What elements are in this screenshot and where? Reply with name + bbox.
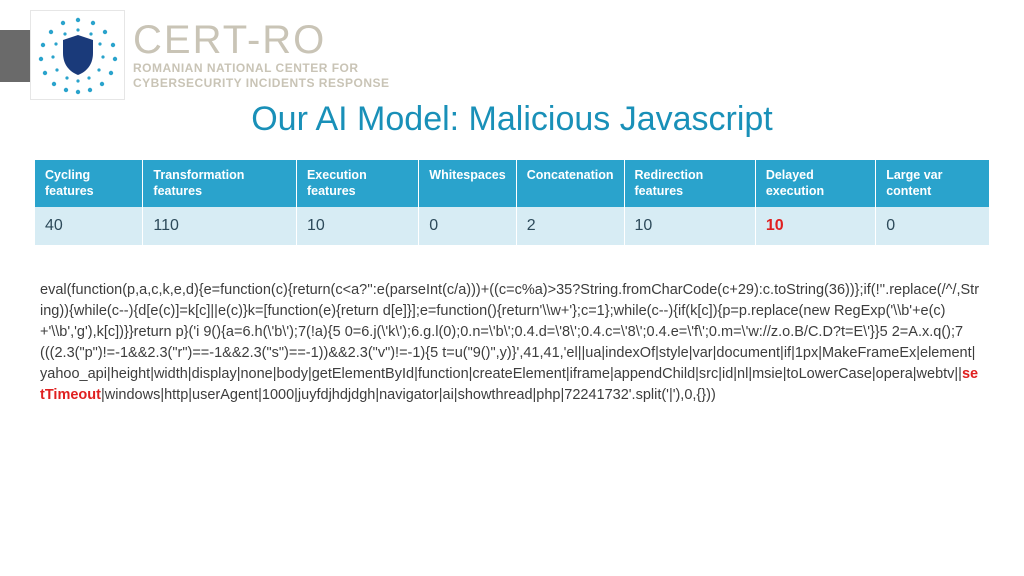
td-delayed: 10 bbox=[755, 207, 875, 245]
logo-sub-line2: CYBERSECURITY INCIDENTS RESPONSE bbox=[133, 76, 390, 91]
td-execution: 10 bbox=[296, 207, 418, 245]
table-value-row: 40 110 10 0 2 10 10 0 bbox=[35, 207, 990, 245]
table-header-row: Cycling features Transformation features… bbox=[35, 160, 990, 207]
th-execution: Execution features bbox=[296, 160, 418, 207]
th-whitespaces: Whitespaces bbox=[419, 160, 516, 207]
th-large-var: Large var content bbox=[876, 160, 990, 207]
shield-icon bbox=[59, 33, 97, 77]
code-pre: eval(function(p,a,c,k,e,d){e=function(c)… bbox=[40, 282, 979, 382]
logo-text: CERT-RO ROMANIAN NATIONAL CENTER FOR CYB… bbox=[133, 19, 390, 91]
logo-sub-line1: ROMANIAN NATIONAL CENTER FOR bbox=[133, 61, 390, 76]
code-post: |windows|http|userAgent|1000|juyfdjhdjdg… bbox=[101, 387, 716, 403]
td-transformation: 110 bbox=[143, 207, 297, 245]
cert-ro-logo-icon bbox=[30, 10, 125, 100]
th-concatenation: Concatenation bbox=[516, 160, 624, 207]
td-large-var: 0 bbox=[876, 207, 990, 245]
td-whitespaces: 0 bbox=[419, 207, 516, 245]
code-sample: eval(function(p,a,c,k,e,d){e=function(c)… bbox=[40, 280, 980, 406]
td-concatenation: 2 bbox=[516, 207, 624, 245]
th-cycling: Cycling features bbox=[35, 160, 143, 207]
page-title: Our AI Model: Malicious Javascript bbox=[0, 100, 1024, 139]
td-redirection: 10 bbox=[624, 207, 755, 245]
th-redirection: Redirection features bbox=[624, 160, 755, 207]
td-cycling: 40 bbox=[35, 207, 143, 245]
th-transformation: Transformation features bbox=[143, 160, 297, 207]
logo-block: CERT-RO ROMANIAN NATIONAL CENTER FOR CYB… bbox=[30, 10, 390, 100]
logo-title: CERT-RO bbox=[133, 19, 390, 61]
th-delayed: Delayed execution bbox=[755, 160, 875, 207]
side-accent-bar bbox=[0, 30, 30, 82]
feature-table: Cycling features Transformation features… bbox=[35, 160, 990, 245]
